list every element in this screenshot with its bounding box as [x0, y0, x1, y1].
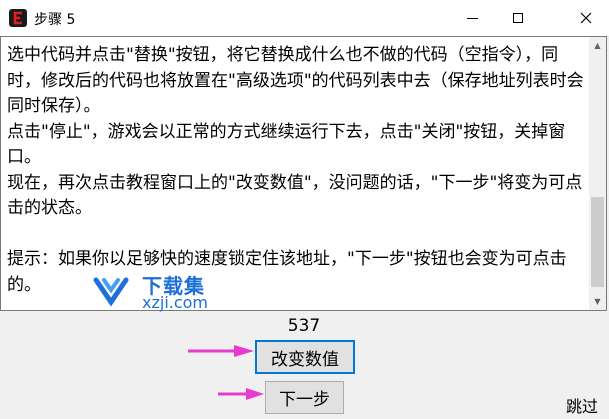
scroll-thumb[interactable] — [591, 197, 604, 287]
minimize-button[interactable] — [449, 0, 495, 36]
maximize-button[interactable] — [495, 0, 541, 36]
close-icon — [580, 12, 592, 24]
window-title: 步骤 5 — [34, 12, 76, 28]
close-button[interactable] — [563, 0, 609, 36]
scroll-down-arrow-icon[interactable]: ▼ — [589, 293, 606, 310]
pointer-arrow-icon — [188, 345, 254, 357]
maximize-icon — [513, 13, 523, 23]
watermark: 下载集 xzji.com — [92, 270, 232, 312]
app-icon — [9, 9, 27, 27]
minimize-icon — [466, 17, 478, 19]
next-step-button[interactable]: 下一步 — [265, 381, 344, 414]
change-value-button[interactable]: 改变数值 — [255, 340, 355, 374]
skip-link[interactable]: 跳过 — [566, 393, 598, 417]
counter-value: 537 — [287, 316, 321, 336]
watermark-text-en: xzji.com — [142, 293, 209, 312]
watermark-logo-icon — [93, 277, 129, 307]
scroll-up-arrow-icon[interactable]: ▲ — [589, 37, 606, 54]
pointer-arrow-icon — [218, 388, 264, 400]
instructions-text: 选中代码并点击"替换"按钮，将它替换成什么也不做的代码（空指令），同时，修改后的… — [7, 45, 584, 295]
title-bar: 步骤 5 — [0, 0, 609, 37]
vertical-scrollbar[interactable]: ▲ ▼ — [589, 37, 606, 310]
